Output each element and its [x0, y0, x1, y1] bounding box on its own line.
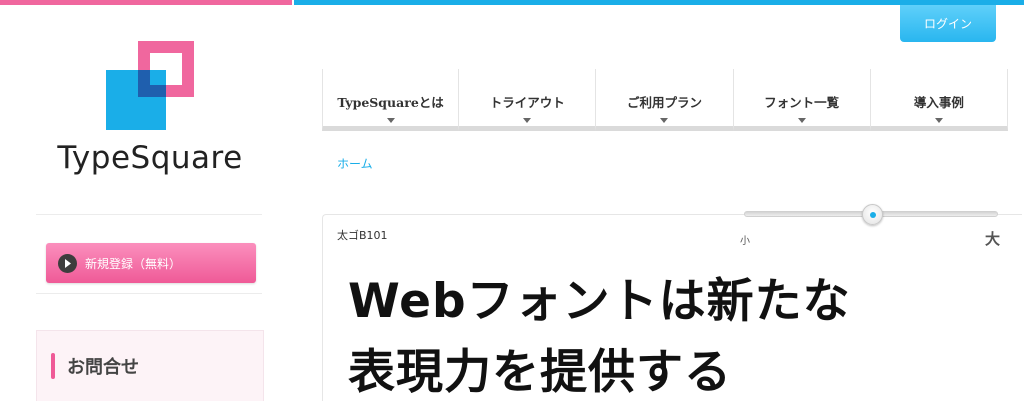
- caret-down-icon: [386, 118, 395, 123]
- nav-item-label: トライアウト: [489, 95, 565, 110]
- font-name-label: 太ゴB101: [337, 229, 388, 242]
- sample-text-line-1: Webフォントは新たな: [348, 274, 851, 329]
- slider-min-label: 小: [740, 236, 750, 247]
- font-sample-text: Webフォントは新たな 表現力を提供する: [348, 266, 1008, 401]
- slider-indicator-dot: [869, 211, 876, 218]
- register-label: 新規登録（無料）: [85, 256, 182, 271]
- logo-wordmark[interactable]: TypeSquare: [30, 140, 270, 176]
- nav-item-cases[interactable]: 導入事例: [870, 69, 1008, 131]
- slider-max-label: 大: [985, 230, 1001, 248]
- contact-title[interactable]: お問合せ: [67, 353, 139, 379]
- sidebar-divider: [36, 214, 262, 215]
- nav-item-label: 導入事例: [913, 95, 964, 110]
- contact-section: お問合せ: [36, 330, 264, 401]
- nav-item-label: フォント一覧: [764, 95, 840, 110]
- nav-item-plans[interactable]: ご利用プラン: [596, 69, 734, 131]
- caret-down-icon: [523, 118, 532, 123]
- top-accent-bar-pink: [0, 0, 292, 5]
- typesquare-logo-icon[interactable]: [106, 38, 196, 130]
- nav-item-label: ご利用プラン: [626, 95, 702, 110]
- arrow-right-circle-icon: [58, 253, 77, 273]
- sample-text-line-2: 表現力を提供する: [348, 345, 732, 400]
- caret-down-icon: [797, 118, 806, 123]
- login-button[interactable]: ログイン: [900, 5, 996, 42]
- contact-accent-bar: [51, 353, 55, 379]
- font-size-slider-thumb[interactable]: [862, 204, 883, 225]
- main-nav: TypeSquareとは トライアウト ご利用プラン フォント一覧 導入事例: [322, 69, 1008, 131]
- nav-item-fonts[interactable]: フォント一覧: [733, 69, 871, 131]
- nav-item-about[interactable]: TypeSquareとは: [322, 69, 460, 131]
- sidebar-divider: [36, 293, 262, 294]
- nav-item-label: TypeSquareとは: [337, 95, 444, 110]
- nav-item-tryout[interactable]: トライアウト: [459, 69, 597, 131]
- caret-down-icon: [934, 118, 943, 123]
- breadcrumb-home-link[interactable]: ホーム: [337, 155, 373, 172]
- register-free-button[interactable]: 新規登録（無料）: [46, 243, 256, 283]
- caret-down-icon: [660, 118, 669, 123]
